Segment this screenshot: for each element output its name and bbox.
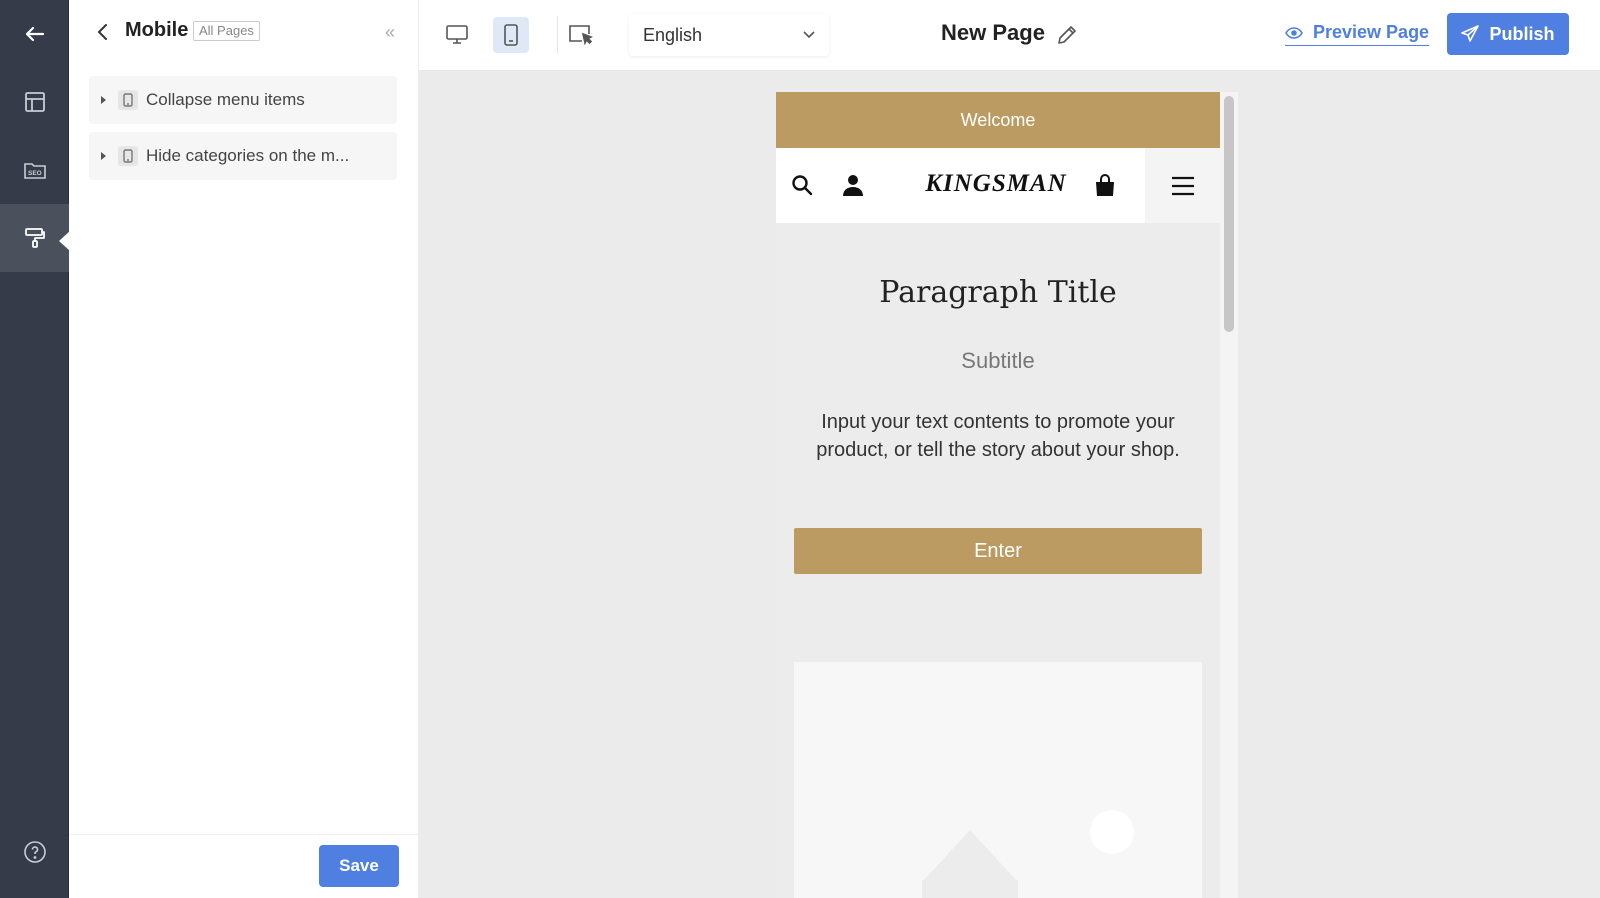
preview-scrollbar[interactable] (1220, 92, 1238, 898)
eye-icon (1285, 26, 1303, 39)
placeholder-ground (922, 880, 1018, 898)
mobile-device-icon (118, 90, 138, 110)
brand-logo[interactable]: KINGSMAN (906, 170, 1086, 198)
panel-header: Mobile All Pages « (69, 0, 419, 64)
hamburger-menu-button[interactable] (1145, 148, 1220, 223)
preview-page-link[interactable]: Preview Page (1285, 22, 1430, 46)
svg-text:SEO: SEO (28, 170, 42, 177)
chevron-left-icon (97, 24, 107, 40)
desktop-view-button[interactable] (439, 17, 475, 53)
mobile-preview[interactable]: Welcome KINGSMAN Paragraph Title Subtitl… (776, 92, 1220, 898)
account-icon[interactable] (840, 172, 866, 198)
paragraph-title[interactable]: Paragraph Title (776, 275, 1220, 310)
editor-canvas: Welcome KINGSMAN Paragraph Title Subtitl… (419, 71, 1600, 898)
left-rail: SEO (0, 0, 70, 898)
back-button[interactable] (0, 0, 69, 68)
paper-plane-icon (1461, 25, 1480, 42)
caret-right-icon (101, 96, 106, 104)
select-element-button[interactable] (563, 17, 599, 53)
search-icon[interactable] (789, 172, 815, 198)
caret-right-icon (101, 152, 106, 160)
setting-collapse-menu-items[interactable]: Collapse menu items (89, 76, 397, 124)
panel-footer: Save (69, 834, 419, 898)
publish-label: Publish (1489, 23, 1555, 44)
placeholder-sun (1090, 810, 1134, 854)
welcome-banner[interactable]: Welcome (776, 92, 1220, 148)
layout-button[interactable] (0, 68, 69, 136)
enter-button[interactable]: Enter (794, 528, 1202, 574)
desktop-icon (446, 25, 468, 44)
seo-folder-icon: SEO (23, 163, 46, 179)
scrollbar-thumb[interactable] (1224, 96, 1234, 332)
edit-pencil-icon[interactable] (1055, 23, 1079, 47)
paragraph-subtitle[interactable]: Subtitle (776, 348, 1220, 374)
design-button[interactable] (0, 204, 70, 272)
setting-hide-categories[interactable]: Hide categories on the m... (89, 132, 397, 180)
mobile-view-button[interactable] (493, 17, 529, 53)
collapse-panel-button[interactable]: « (385, 20, 395, 44)
editor-toolbar: English New Page Preview Page Publish (419, 0, 1600, 71)
placeholder-mountain (924, 830, 1016, 880)
seo-button[interactable]: SEO (0, 136, 69, 204)
panel-back-button[interactable] (93, 20, 113, 44)
mobile-icon (504, 24, 518, 46)
chevron-down-icon (803, 31, 815, 39)
scope-badge: All Pages (193, 21, 260, 41)
save-button[interactable]: Save (319, 845, 399, 887)
mobile-device-icon (118, 146, 138, 166)
image-placeholder[interactable] (794, 662, 1202, 898)
hamburger-icon (1171, 176, 1194, 195)
help-circle-icon (23, 841, 46, 863)
setting-label: Collapse menu items (146, 90, 305, 109)
cursor-select-icon (569, 25, 593, 46)
layout-icon (24, 92, 45, 112)
publish-button[interactable]: Publish (1447, 13, 1569, 55)
setting-label: Hide categories on the m... (146, 146, 350, 165)
settings-panel: Mobile All Pages « Collapse menu items H… (69, 0, 419, 898)
panel-title: Mobile (125, 19, 189, 41)
help-button[interactable] (0, 832, 69, 872)
arrow-left-icon (25, 26, 44, 42)
language-value: English (643, 24, 703, 45)
site-header[interactable]: KINGSMAN (776, 148, 1220, 223)
toolbar-divider (557, 16, 558, 54)
shopping-bag-icon[interactable] (1092, 172, 1118, 198)
page-title: New Page (941, 20, 1045, 45)
language-select[interactable]: English (629, 14, 829, 56)
paint-roller-icon (24, 228, 45, 248)
preview-label: Preview Page (1313, 22, 1430, 42)
paragraph-body[interactable]: Input your text contents to promote your… (794, 408, 1202, 464)
